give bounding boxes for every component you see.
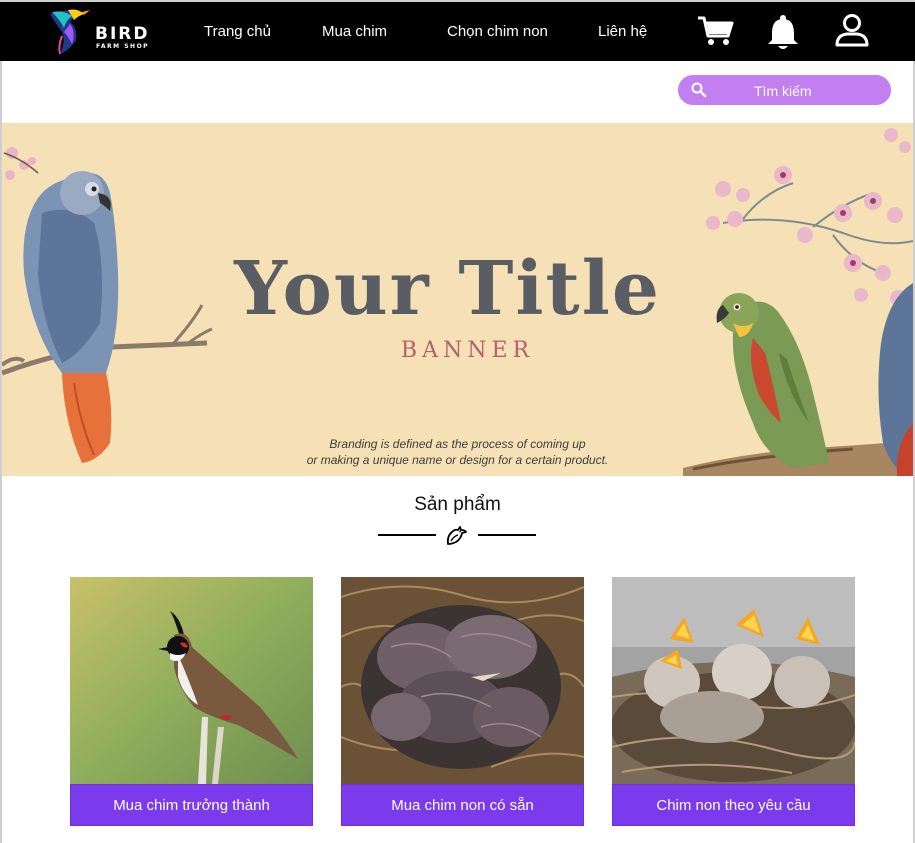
- search-icon: [691, 82, 707, 98]
- adult-bulbul-photo: [70, 577, 313, 784]
- nav-link-contact[interactable]: Liên hệ: [598, 23, 647, 40]
- search-bar[interactable]: Tìm kiếm: [678, 75, 891, 105]
- top-navbar: BIRD FARM SHOP Trang chủ Mua chim Chọn c…: [0, 0, 915, 61]
- nav-link-buy-birds[interactable]: Mua chim: [322, 23, 387, 40]
- buy-ready-chicks-button[interactable]: Mua chim non có sẵn: [341, 784, 584, 826]
- heading-divider-right: [478, 534, 536, 536]
- bird-logo-icon: [50, 9, 90, 55]
- product-card-adult-birds[interactable]: Mua chim trưởng thành: [70, 577, 313, 826]
- custom-chicks-button[interactable]: Chim non theo yêu cầu: [612, 784, 855, 826]
- banner-description-line-1: Branding is defined as the process of co…: [329, 437, 586, 451]
- nav-link-home[interactable]: Trang chủ: [204, 23, 271, 40]
- search-placeholder: Tìm kiếm: [754, 83, 812, 99]
- brand-tagline: FARM SHOP: [96, 43, 150, 50]
- banner-description: Branding is defined as the process of co…: [2, 436, 913, 468]
- brand-name: BIRD: [95, 24, 150, 44]
- nav-link-choose-chicks[interactable]: Chọn chim non: [447, 23, 548, 40]
- banner-subtitle: BANNER: [400, 338, 535, 363]
- product-card-custom-chicks[interactable]: Chim non theo yêu cầu: [612, 577, 855, 826]
- products-heading: Sản phẩm: [414, 494, 501, 515]
- buy-adult-birds-button[interactable]: Mua chim trưởng thành: [70, 784, 313, 826]
- heading-divider-left: [378, 534, 436, 536]
- chicks-in-nest-photo: [341, 577, 584, 784]
- banner-description-line-2: or making a unique name or design for a …: [306, 453, 609, 467]
- hero-banner: Your Title BANNER Branding is defined as…: [2, 123, 913, 476]
- cart-icon[interactable]: [697, 15, 735, 47]
- hungry-chicks-photo: [612, 577, 855, 784]
- banner-title: Your Title: [234, 246, 661, 332]
- brand-logo[interactable]: BIRD FARM SHOP: [48, 6, 168, 56]
- user-icon[interactable]: [834, 13, 870, 49]
- product-card-ready-chicks[interactable]: Mua chim non có sẵn: [341, 577, 584, 826]
- bird-divider-icon: [446, 526, 467, 545]
- bell-icon[interactable]: [765, 14, 801, 52]
